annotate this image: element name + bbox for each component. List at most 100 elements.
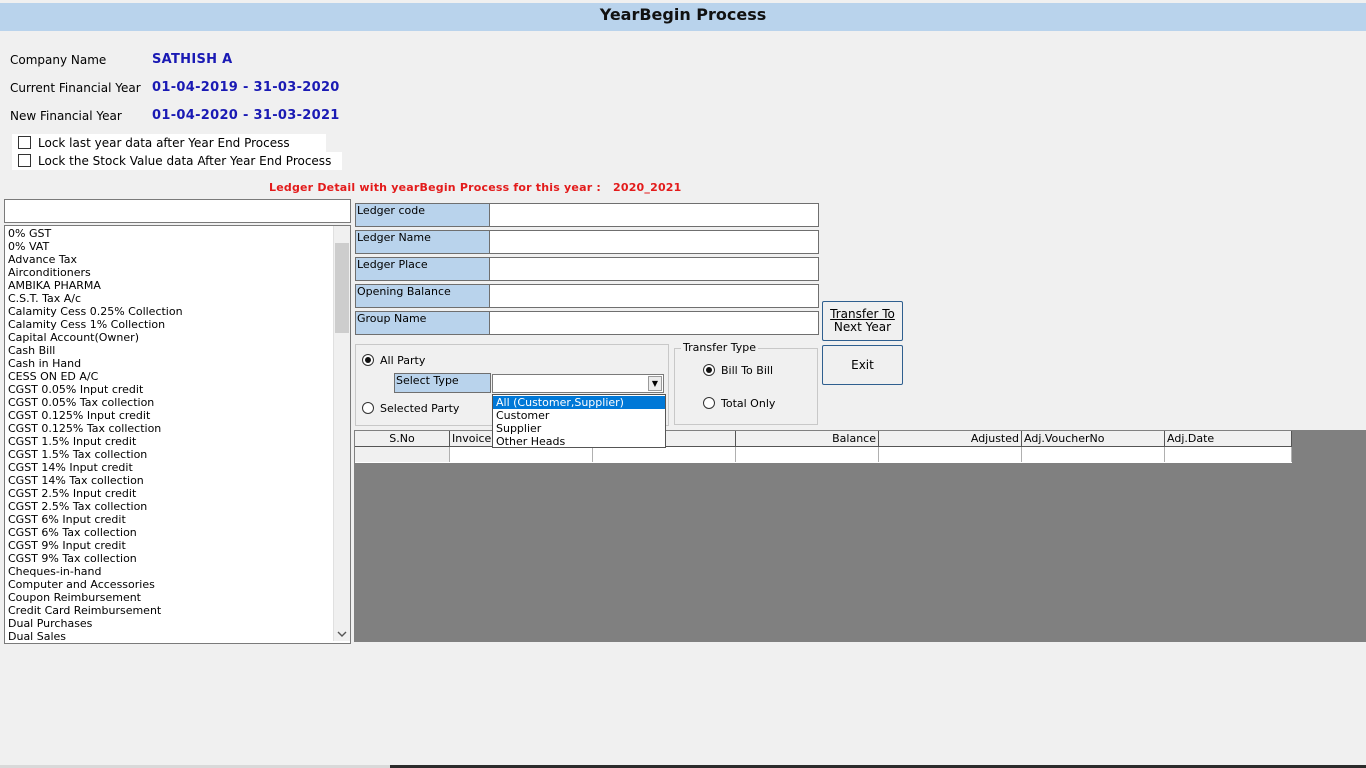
ledger-list-item[interactable]: CGST 2.5% Tax collection — [5, 500, 333, 513]
ledger-list-item[interactable]: CESS ON ED A/C — [5, 370, 333, 383]
select-type-option[interactable]: All (Customer,Supplier) — [493, 396, 665, 409]
ledger-list-item[interactable]: Calamity Cess 0.25% Collection — [5, 305, 333, 318]
transfer-type-group — [674, 348, 818, 425]
current-fy-label: Current Financial Year — [10, 81, 141, 95]
ledger-list-item[interactable]: Credit Card Reimbursement — [5, 604, 333, 617]
ledger-list-item[interactable]: AMBIKA PHARMA — [5, 279, 333, 292]
all-party-label: All Party — [380, 354, 426, 367]
ledger-list-item[interactable]: Coupon Reimbursement — [5, 591, 333, 604]
company-name-label: Company Name — [10, 53, 107, 67]
ledger-list-item[interactable]: CGST 6% Tax collection — [5, 526, 333, 539]
ledger-list-item[interactable]: CGST 0.05% Tax collection — [5, 396, 333, 409]
ledger-list-item[interactable]: Cash Bill — [5, 344, 333, 357]
ledger-list-item[interactable]: Cheques-in-hand — [5, 565, 333, 578]
ledger-list-item[interactable]: CGST 0.125% Tax collection — [5, 422, 333, 435]
row-cell[interactable] — [593, 447, 736, 462]
bill-to-bill-option[interactable]: Bill To Bill — [703, 364, 773, 377]
ledger-search-input[interactable] — [4, 199, 351, 223]
ledger-list-item[interactable]: CGST 0.05% Input credit — [5, 383, 333, 396]
chevron-down-icon[interactable]: ▼ — [648, 376, 662, 391]
ledger-list-item[interactable]: CGST 14% Input credit — [5, 461, 333, 474]
ledger-list-items: 0% GST 0% VAT Advance Tax Airconditioners AM… — [5, 227, 333, 643]
col-sno: S.No — [355, 431, 450, 446]
group-name-label: Group Name — [355, 311, 490, 335]
ledger-list-item[interactable]: C.S.T. Tax A/c — [5, 292, 333, 305]
ledger-list-item[interactable]: Advance Tax — [5, 253, 333, 266]
bill-to-bill-radio[interactable] — [703, 364, 715, 376]
col-adjusted: Adjusted — [879, 431, 1022, 446]
ledger-list-item[interactable]: CGST 1.5% Input credit — [5, 435, 333, 448]
ledger-list-item[interactable]: Computer and Accessories — [5, 578, 333, 591]
ledger-list-item[interactable]: Capital Account(Owner) — [5, 331, 333, 344]
window-title: YearBegin Process — [0, 3, 1366, 31]
selected-party-label: Selected Party — [380, 402, 460, 415]
ledger-list-item[interactable]: CGST 1.5% Tax collection — [5, 448, 333, 461]
transfer-to-next-year-button[interactable]: Transfer To Next Year — [822, 301, 903, 341]
opening-balance-field[interactable] — [489, 284, 819, 308]
total-only-radio[interactable] — [703, 397, 715, 409]
transfer-type-title: Transfer Type — [681, 341, 758, 354]
transfer-button-line2: Next Year — [833, 320, 892, 334]
col-balance: Balance — [736, 431, 879, 446]
lock-stock-value-label: Lock the Stock Value data After Year End… — [38, 154, 332, 168]
new-fy-label: New Financial Year — [10, 109, 122, 123]
ledger-list-item[interactable]: Airconditioners — [5, 266, 333, 279]
ledger-detail-year: 2020_2021 — [612, 181, 682, 194]
select-type-option[interactable]: Supplier — [493, 422, 665, 435]
grid-new-row[interactable] — [355, 446, 1292, 463]
row-cell[interactable] — [1022, 447, 1165, 462]
col-adj-date: Adj.Date — [1165, 431, 1292, 446]
lock-stock-value-checkbox[interactable] — [18, 154, 31, 167]
select-type-combo[interactable]: ▼ — [492, 374, 664, 393]
col-adj-voucherno: Adj.VoucherNo — [1022, 431, 1165, 446]
row-cell[interactable] — [1165, 447, 1292, 462]
all-party-radio[interactable] — [362, 354, 374, 366]
group-name-field[interactable] — [489, 311, 819, 335]
ledger-list-item[interactable]: Dual Purchases — [5, 617, 333, 630]
row-cell[interactable] — [879, 447, 1022, 462]
ledger-list-item[interactable]: Cash in Hand — [5, 357, 333, 370]
row-cell[interactable] — [736, 447, 879, 462]
selected-party-radio[interactable] — [362, 402, 374, 414]
ledger-list-item[interactable]: CGST 14% Tax collection — [5, 474, 333, 487]
ledger-code-field[interactable] — [489, 203, 819, 227]
opening-balance-label: Opening Balance — [355, 284, 490, 308]
ledger-name-field[interactable] — [489, 230, 819, 254]
select-type-options: All (Customer,Supplier) Customer Supplier O… — [493, 395, 665, 448]
ledger-code-label: Ledger code — [355, 203, 490, 227]
select-type-option[interactable]: Customer — [493, 409, 665, 422]
ledger-list-item[interactable]: CGST 0.125% Input credit — [5, 409, 333, 422]
ledger-list[interactable]: 0% GST 0% VAT Advance Tax Airconditioners AM… — [4, 225, 351, 644]
all-party-option[interactable]: All Party — [362, 354, 425, 367]
ledger-list-item[interactable]: CGST 9% Tax collection — [5, 552, 333, 565]
select-type-dropdown[interactable]: All (Customer,Supplier) Customer Supplier O… — [492, 394, 666, 448]
select-type-option[interactable]: Other Heads — [493, 435, 665, 448]
ledger-place-label: Ledger Place — [355, 257, 490, 281]
selected-party-option[interactable]: Selected Party — [362, 402, 459, 415]
current-fy-value: 01-04-2019 - 31-03-2020 — [152, 80, 340, 95]
total-only-label: Total Only — [721, 397, 776, 410]
ledger-detail-heading-text: Ledger Detail with yearBegin Process for… — [269, 181, 601, 194]
select-type-label: Select Type — [394, 373, 491, 393]
scrollbar-thumb[interactable] — [335, 243, 349, 333]
ledger-list-item[interactable]: 0% GST — [5, 227, 333, 240]
bill-to-bill-label: Bill To Bill — [721, 364, 774, 377]
row-header-cell[interactable] — [355, 447, 450, 462]
lock-last-year-label: Lock last year data after Year End Proce… — [38, 136, 290, 150]
ledger-place-field[interactable] — [489, 257, 819, 281]
row-cell[interactable] — [450, 447, 593, 462]
lock-last-year-checkbox[interactable] — [18, 136, 31, 149]
exit-button[interactable]: Exit — [822, 345, 903, 385]
ledger-list-item[interactable]: Calamity Cess 1% Collection — [5, 318, 333, 331]
scroll-down-icon[interactable] — [337, 631, 347, 638]
company-name-value: SATHISH A — [152, 52, 233, 67]
lock-last-year-option[interactable]: Lock last year data after Year End Proce… — [12, 134, 326, 152]
ledger-list-item[interactable]: Dual Sales — [5, 630, 333, 643]
ledger-list-item[interactable]: CGST 9% Input credit — [5, 539, 333, 552]
ledger-list-scrollbar[interactable] — [333, 226, 350, 641]
ledger-list-item[interactable]: CGST 2.5% Input credit — [5, 487, 333, 500]
ledger-list-item[interactable]: CGST 6% Input credit — [5, 513, 333, 526]
total-only-option[interactable]: Total Only — [703, 397, 775, 410]
lock-stock-value-option[interactable]: Lock the Stock Value data After Year End… — [12, 152, 342, 170]
ledger-list-item[interactable]: 0% VAT — [5, 240, 333, 253]
